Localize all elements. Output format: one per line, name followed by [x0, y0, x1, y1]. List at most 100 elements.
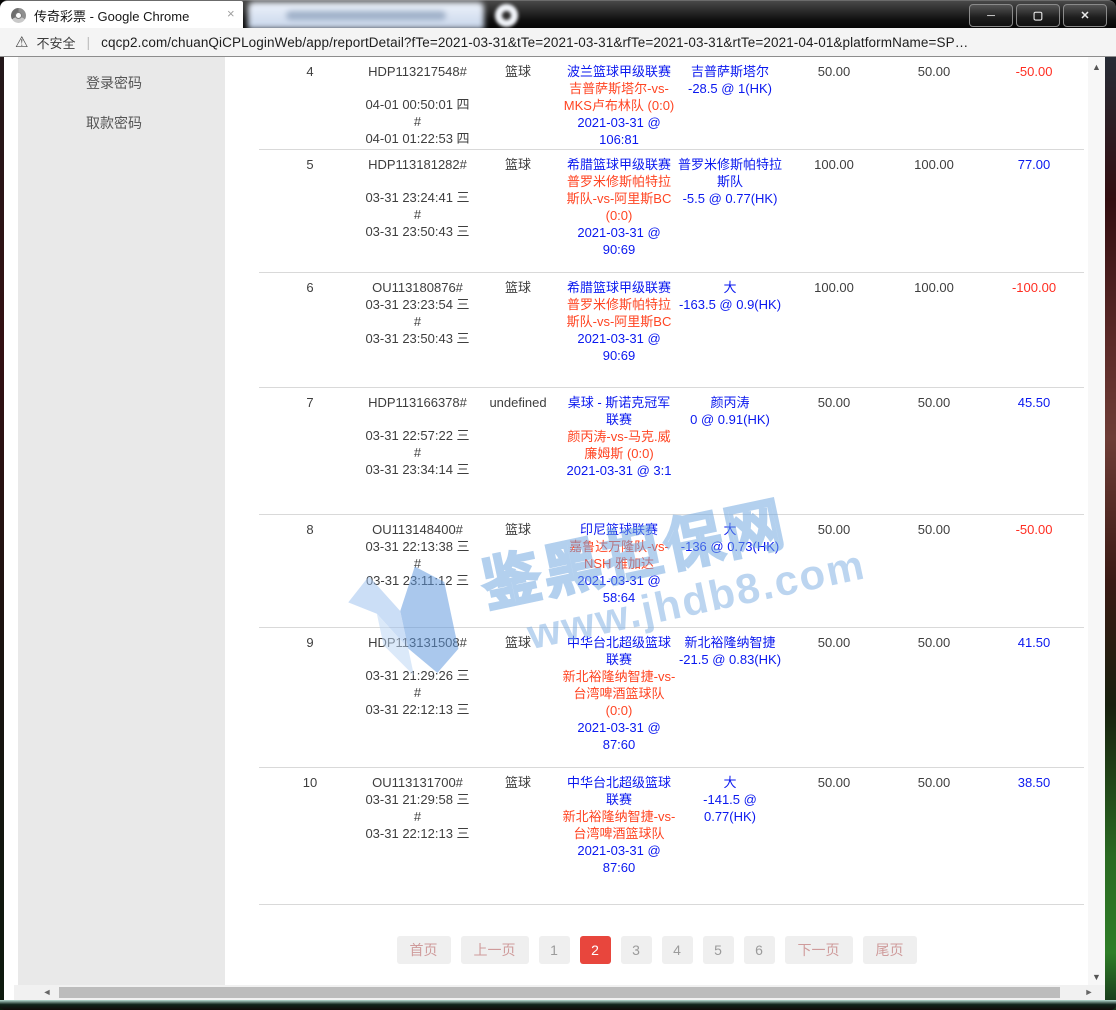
page-button[interactable]: 1 [539, 936, 570, 964]
order-id: HDP113131508# [361, 634, 474, 651]
horizontal-scrollbar[interactable]: ◄ ► [14, 985, 1105, 1000]
bet-odds: -5.5 @ 0.77(HK) [676, 190, 784, 207]
result-amount: 77.00 [984, 156, 1084, 272]
bet-time: 03-31 23:23:54 三 [361, 296, 474, 313]
bet-pick: 大 [676, 279, 784, 296]
order-id: OU113131700# [361, 774, 474, 791]
bet-pick: 普罗米修斯帕特拉斯队 [676, 156, 784, 190]
sport-type: 篮球 [474, 63, 562, 149]
order-id: HDP113217548# [361, 63, 474, 80]
order-cell: HDP113131508# 03-31 21:29:26 三 # 03-31 2… [361, 634, 474, 767]
bet-amount: 50.00 [784, 774, 884, 904]
league-name: 波兰篮球甲级联赛 [562, 63, 676, 80]
valid-amount: 50.00 [884, 394, 984, 514]
page-button[interactable]: 尾页 [863, 936, 917, 964]
league-name: 中华台北超级篮球联赛 [562, 634, 676, 668]
valid-amount: 50.00 [884, 521, 984, 627]
order-times: 03-31 22:13:38 三 # 03-31 23:11:12 三 [361, 538, 474, 589]
valid-amount: 50.00 [884, 63, 984, 149]
bet-odds: -21.5 @ 0.83(HK) [676, 651, 784, 668]
row-number: 9 [259, 634, 361, 767]
result-amount: -50.00 [984, 63, 1084, 149]
match-cell: 中华台北超级篮球联赛 新北裕隆纳智捷-vs-台湾啤酒篮球队 (0:0) 2021… [562, 634, 676, 767]
bet-cell: 普罗米修斯帕特拉斯队 -5.5 @ 0.77(HK) [676, 156, 784, 272]
result-amount: -50.00 [984, 521, 1084, 627]
bet-time: 03-31 22:57:22 三 [361, 427, 474, 444]
result-amount: 41.50 [984, 634, 1084, 767]
title-bar: 传奇彩票 - Google Chrome × ─ ▢ ✕ [0, 0, 1116, 28]
order-cell: HDP113166378# 03-31 22:57:22 三 # 03-31 2… [361, 394, 474, 514]
table-row: 9 HDP113131508# 03-31 21:29:26 三 # 03-31… [259, 628, 1084, 768]
sidebar-item[interactable]: 登录密码 [18, 63, 225, 103]
match-teams: 新北裕隆纳智捷-vs-台湾啤酒篮球队 [562, 808, 676, 842]
page-button[interactable]: 2 [580, 936, 611, 964]
bet-pick: 新北裕隆纳智捷 [676, 634, 784, 651]
order-times: 03-31 23:24:41 三 # 03-31 23:50:43 三 [361, 189, 474, 240]
url-text[interactable]: cqcp2.com/chuanQiCPLoginWeb/app/reportDe… [101, 35, 968, 50]
match-date-score: 2021-03-31 @ 58:64 [562, 572, 676, 606]
valid-amount: 100.00 [884, 156, 984, 272]
match-date-score: 2021-03-31 @ 90:69 [562, 330, 676, 364]
vertical-scrollbar[interactable]: ▲ ▼ [1088, 57, 1105, 985]
settle-time: 03-31 23:50:43 三 [361, 223, 474, 240]
page-button[interactable]: 上一页 [461, 936, 529, 964]
scroll-left-icon[interactable]: ◄ [39, 985, 55, 1000]
page-button[interactable]: 3 [621, 936, 652, 964]
order-times: 03-31 21:29:26 三 # 03-31 22:12:13 三 [361, 667, 474, 718]
blurred-tab[interactable] [248, 2, 484, 29]
sidebar-item[interactable]: 取款密码 [18, 103, 225, 143]
chrome-icon [11, 8, 26, 23]
scroll-down-icon[interactable]: ▼ [1088, 969, 1105, 985]
new-tab-circle-icon[interactable] [494, 3, 519, 28]
sport-type: 篮球 [474, 279, 562, 387]
active-tab[interactable]: 传奇彩票 - Google Chrome [0, 1, 243, 29]
order-cell: OU113148400# 03-31 22:13:38 三 # 03-31 23… [361, 521, 474, 627]
bet-odds: 0 @ 0.91(HK) [676, 411, 784, 428]
time-separator: # [361, 808, 474, 825]
browser-window: 传奇彩票 - Google Chrome × ─ ▢ ✕ ⚠ 不安全 | cqc… [0, 0, 1116, 1010]
order-times: 03-31 22:57:22 三 # 03-31 23:34:14 三 [361, 427, 474, 478]
not-secure-warning-icon: ⚠ [15, 35, 28, 50]
page-button[interactable]: 首页 [397, 936, 451, 964]
bets-table: 4 HDP113217548# 04-01 00:50:01 四 # 04-01… [259, 57, 1084, 905]
league-name: 印尼篮球联赛 [562, 521, 676, 538]
league-name: 希腊篮球甲级联赛 [562, 156, 676, 173]
maximize-button[interactable]: ▢ [1016, 4, 1060, 27]
page-button[interactable]: 6 [744, 936, 775, 964]
settle-time: 03-31 23:11:12 三 [361, 572, 474, 589]
bet-odds: -28.5 @ 1(HK) [676, 80, 784, 97]
window-title: 传奇彩票 - Google Chrome [34, 6, 189, 25]
bet-pick: 吉普萨斯塔尔 [676, 63, 784, 80]
bet-time: 03-31 23:24:41 三 [361, 189, 474, 206]
close-button[interactable]: ✕ [1063, 4, 1107, 27]
scroll-right-icon[interactable]: ► [1081, 985, 1097, 1000]
address-bar[interactable]: ⚠ 不安全 | cqcp2.com/chuanQiCPLoginWeb/app/… [0, 28, 1116, 57]
bet-amount: 50.00 [784, 634, 884, 767]
hscroll-thumb[interactable] [59, 987, 1060, 998]
report-main: 4 HDP113217548# 04-01 00:50:01 四 # 04-01… [225, 57, 1088, 985]
match-teams: 嘉鲁达万隆队-vs-NSH 雅加达 [562, 538, 676, 572]
tab-close-icon[interactable]: × [227, 6, 235, 21]
page-button[interactable]: 5 [703, 936, 734, 964]
minimize-button[interactable]: ─ [969, 4, 1013, 27]
result-amount: -100.00 [984, 279, 1084, 387]
row-number: 6 [259, 279, 361, 387]
bet-time: 04-01 00:50:01 四 [361, 96, 474, 113]
order-cell: OU113131700# 03-31 21:29:58 三 # 03-31 22… [361, 774, 474, 904]
time-separator: # [361, 555, 474, 572]
order-cell: OU113180876# 03-31 23:23:54 三 # 03-31 23… [361, 279, 474, 387]
not-secure-label[interactable]: 不安全 [36, 33, 75, 52]
valid-amount: 50.00 [884, 774, 984, 904]
page-button[interactable]: 4 [662, 936, 693, 964]
scroll-up-icon[interactable]: ▲ [1088, 59, 1105, 75]
order-times: 03-31 21:29:58 三 # 03-31 22:12:13 三 [361, 791, 474, 842]
valid-amount: 50.00 [884, 634, 984, 767]
sport-type: 篮球 [474, 634, 562, 767]
sport-type: 篮球 [474, 521, 562, 627]
order-cell: HDP113217548# 04-01 00:50:01 四 # 04-01 0… [361, 63, 474, 149]
valid-amount: 100.00 [884, 279, 984, 387]
page-button[interactable]: 下一页 [785, 936, 853, 964]
match-cell: 希腊篮球甲级联赛 普罗米修斯帕特拉斯队-vs-阿里斯BC (0:0) 2021-… [562, 156, 676, 272]
bet-cell: 大 -141.5 @ 0.77(HK) [676, 774, 784, 904]
time-separator: # [361, 313, 474, 330]
